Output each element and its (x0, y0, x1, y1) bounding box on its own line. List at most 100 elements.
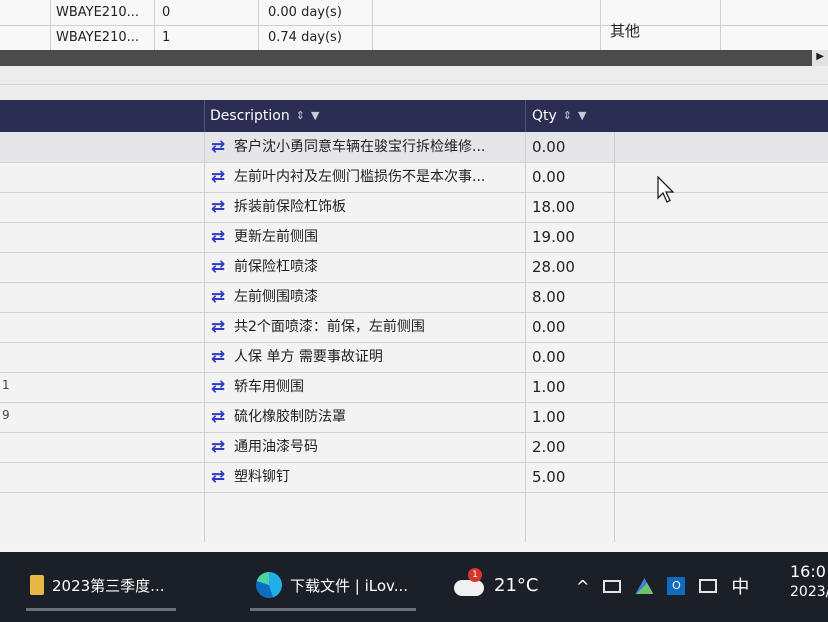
grid-divider (154, 0, 155, 50)
detail-grid-body: ⇄ 客户沈小勇同意车辆在骏宝行拆检维修... 0.00 ⇄ 左前叶内衬及左侧门槛损伤… (0, 132, 828, 542)
grid-divider (258, 0, 259, 50)
horizontal-scrollbar[interactable]: ▶ (0, 50, 828, 66)
table-row[interactable]: ⇄ 拆装前保险杠饰板 18.00 (0, 192, 828, 223)
qty-cell: 0.00 (532, 348, 566, 366)
taskbar: 2023第三季度... 下载文件 | iLov... 1 21°C ^ O 中 … (0, 552, 828, 622)
summary-row[interactable]: WBAYE210... 1 0.74 day(s) 其他 (0, 22, 828, 51)
folder-icon (30, 575, 44, 595)
empty-row (0, 492, 828, 542)
description-cell: 人保 单方 需要事故证明 (234, 349, 383, 365)
grid-divider (720, 0, 721, 50)
edge-browser-icon (256, 572, 282, 598)
description-cell: 塑料铆钉 (234, 469, 290, 485)
table-row[interactable]: ⇄ 客户沈小勇同意车辆在骏宝行拆检维修... 0.00 (0, 132, 828, 163)
description-cell: 硫化橡胶制防法罩 (234, 409, 346, 425)
qty-cell: 5.00 (532, 468, 566, 486)
filter-icon[interactable]: ▼ (311, 100, 319, 132)
summary-grid: WBAYE210... 0 0.00 day(s) WBAYE210... 1 … (0, 0, 828, 51)
type-value: 其他 (610, 22, 641, 40)
taskbar-item-label: 下载文件 | iLov... (290, 576, 409, 595)
taskbar-item-label: 2023第三季度... (52, 576, 165, 595)
taskbar-item-browser[interactable]: 下载文件 | iLov... (256, 570, 408, 600)
qty-header-label: Qty (532, 108, 557, 124)
swap-arrows-icon: ⇄ (210, 377, 226, 397)
row-number: 1 (162, 30, 171, 45)
scroll-right-icon[interactable]: ▶ (816, 51, 824, 62)
filter-icon[interactable]: ▼ (578, 100, 586, 132)
qty-cell: 28.00 (532, 258, 575, 276)
qty-cell: 1.00 (532, 378, 566, 396)
table-row[interactable]: ⇄ 共2个面喷漆：前保，左前侧围 0.00 (0, 312, 828, 343)
scrollbar-thumb[interactable] (0, 50, 812, 66)
sort-icon[interactable]: ⇕ (563, 100, 572, 132)
panel-gap (0, 66, 828, 100)
swap-arrows-icon: ⇄ (210, 167, 226, 187)
qty-cell: 1.00 (532, 408, 566, 426)
table-row[interactable]: ⇄ 轿车用侧围 1.00 (0, 372, 828, 403)
row-edge-label: 9 (2, 408, 10, 422)
qty-cell: 0.00 (532, 138, 566, 156)
qty-cell: 2.00 (532, 438, 566, 456)
weather-cloud-icon: 1 (454, 568, 486, 596)
time-label: 16:0 (790, 562, 826, 581)
table-row[interactable]: ⇄ 硫化橡胶制防法罩 1.00 (0, 402, 828, 433)
table-row[interactable]: ⇄ 左前叶内衬及左侧门槛损伤不是本次事... 0.00 (0, 162, 828, 193)
description-cell: 共2个面喷漆：前保，左前侧围 (234, 319, 425, 335)
days-value: 0.00 day(s) (268, 5, 342, 20)
mail-icon[interactable] (603, 579, 622, 593)
qty-column-header[interactable]: Qty ⇕ ▼ (532, 100, 586, 132)
swap-arrows-icon: ⇄ (210, 257, 226, 277)
table-row[interactable]: ⇄ 塑料铆钉 5.00 (0, 462, 828, 493)
description-cell: 更新左前侧围 (234, 229, 318, 245)
taskbar-item-folder[interactable]: 2023第三季度... (30, 570, 164, 600)
active-indicator (250, 608, 416, 611)
input-method-indicator[interactable]: 中 (731, 573, 749, 599)
clock[interactable]: 16:0 2023/1 (790, 562, 828, 602)
table-row[interactable]: ⇄ 通用油漆号码 2.00 (0, 432, 828, 463)
vehicle-code: WBAYE210... (56, 5, 140, 20)
active-indicator (26, 608, 176, 611)
description-cell: 左前叶内衬及左侧门槛损伤不是本次事... (234, 169, 486, 185)
description-cell: 客户沈小勇同意车辆在骏宝行拆检维修... (234, 139, 486, 155)
row-edge-label: 1 (2, 378, 10, 392)
swap-arrows-icon: ⇄ (210, 317, 226, 337)
swap-arrows-icon: ⇄ (210, 407, 226, 427)
grid-divider (614, 132, 615, 542)
grid-divider (372, 0, 373, 50)
sort-icon[interactable]: ⇕ (296, 100, 305, 132)
system-tray: ^ O 中 (576, 572, 749, 600)
qty-cell: 19.00 (532, 228, 575, 246)
chevron-up-icon[interactable]: ^ (576, 577, 589, 596)
table-row[interactable]: ⇄ 更新左前侧围 19.00 (0, 222, 828, 253)
description-cell: 前保险杠喷漆 (234, 259, 318, 275)
table-row[interactable]: ⇄ 左前侧围喷漆 8.00 (0, 282, 828, 313)
network-icon[interactable] (699, 579, 718, 593)
description-column-header[interactable]: Description ⇕ ▼ (210, 100, 319, 132)
days-value: 0.74 day(s) (268, 30, 342, 45)
vehicle-code: WBAYE210... (56, 30, 140, 45)
swap-arrows-icon: ⇄ (210, 287, 226, 307)
app-tray-icon[interactable] (635, 578, 654, 594)
description-cell: 左前侧围喷漆 (234, 289, 318, 305)
qty-cell: 18.00 (532, 198, 575, 216)
grid-divider (525, 132, 526, 542)
grid-divider (50, 0, 51, 50)
table-row[interactable]: ⇄ 人保 单方 需要事故证明 0.00 (0, 342, 828, 373)
weather-widget[interactable]: 1 21°C (454, 568, 538, 600)
grid-divider (204, 132, 205, 542)
swap-arrows-icon: ⇄ (210, 227, 226, 247)
summary-row[interactable]: WBAYE210... 0 0.00 day(s) (0, 0, 828, 26)
swap-arrows-icon: ⇄ (210, 197, 226, 217)
qty-cell: 0.00 (532, 318, 566, 336)
swap-arrows-icon: ⇄ (210, 467, 226, 487)
qty-cell: 8.00 (532, 288, 566, 306)
cloud-shape (454, 580, 484, 596)
qty-cell: 0.00 (532, 168, 566, 186)
swap-arrows-icon: ⇄ (210, 347, 226, 367)
detail-grid-header: Description ⇕ ▼ Qty ⇕ ▼ (0, 100, 828, 132)
divider (0, 84, 828, 85)
notification-badge: 1 (468, 568, 482, 582)
date-label: 2023/1 (790, 584, 828, 600)
outlook-icon[interactable]: O (667, 577, 686, 595)
table-row[interactable]: ⇄ 前保险杠喷漆 28.00 (0, 252, 828, 283)
